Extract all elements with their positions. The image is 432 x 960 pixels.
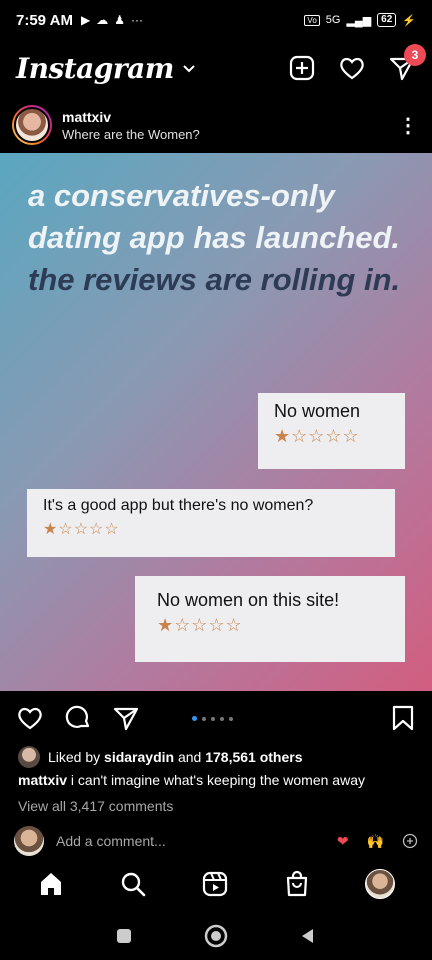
share-icon[interactable] [112, 704, 140, 732]
view-all-comments-link[interactable]: View all 3,417 comments [18, 798, 173, 814]
post-header: mattxiv Where are the Women? ⋮ [0, 98, 432, 152]
liked-by-and: and [177, 749, 202, 765]
chevron-down-icon[interactable] [182, 61, 196, 75]
status-time: 7:59 AM [16, 11, 73, 29]
messages-badge: 3 [404, 44, 426, 66]
home-icon[interactable] [37, 870, 65, 898]
carousel-dot [229, 716, 233, 721]
status-bar: 7:59 AM ▶ ☁ ♟ ··· Vo 5G ▂▄▆ 62 ⚡ [0, 0, 432, 40]
snapchat-icon: ♟ [114, 13, 125, 27]
profile-avatar[interactable] [365, 869, 395, 899]
review-text: No women on this site! [157, 590, 340, 610]
story-ring[interactable] [12, 105, 52, 145]
post-image[interactable]: a conservatives-only dating app has laun… [0, 153, 432, 691]
review-text: No women [274, 401, 361, 421]
add-comment-row: Add a comment... ❤ 🙌 [14, 826, 418, 856]
cloud-icon: ☁ [96, 13, 109, 27]
network-label: 5G [325, 14, 341, 26]
likes-line[interactable]: Liked by sidaraydin and 178,561 others [18, 746, 303, 768]
plus-square-icon [289, 55, 315, 81]
post-username[interactable]: mattxiv [62, 109, 200, 125]
bookmark-icon[interactable] [390, 704, 416, 732]
red-heart-emoji-button[interactable]: ❤ [337, 833, 349, 850]
more-dots-icon: ··· [130, 13, 143, 27]
liked-by-others[interactable]: 178,561 others [205, 749, 302, 765]
caption-username[interactable]: mattxiv [18, 772, 67, 788]
add-emoji-icon[interactable] [402, 833, 418, 849]
star-rating: ★☆☆☆☆ [43, 521, 120, 538]
carousel-dot [192, 716, 197, 721]
system-navigation [0, 912, 432, 960]
post-subtitle[interactable]: Where are the Women? [62, 127, 200, 142]
shop-icon[interactable] [283, 870, 311, 898]
search-icon[interactable] [119, 870, 147, 898]
volte-icon: Vo [304, 14, 320, 26]
star-rating: ★☆☆☆☆ [157, 615, 243, 635]
review-text: It's a good app but there's no women? [43, 497, 314, 514]
more-options-icon[interactable]: ⋮ [396, 113, 420, 137]
direct-messages-button[interactable]: 3 [388, 44, 426, 82]
carousel-dot [202, 716, 206, 721]
home-circle-icon[interactable] [203, 923, 229, 949]
review-card: No women ★☆☆☆☆ [258, 393, 405, 469]
caption-text: i can't imagine what's keeping the women… [70, 772, 365, 788]
post-caption: mattxiv i can't imagine what's keeping t… [18, 772, 418, 788]
add-comment-input[interactable]: Add a comment... [56, 833, 166, 849]
recents-icon[interactable] [114, 926, 134, 946]
reels-icon[interactable] [201, 870, 229, 898]
battery-level: 62 [377, 13, 397, 27]
review-card: No women on this site! ★☆☆☆☆ [135, 576, 405, 662]
liked-by-prefix: Liked by [48, 749, 101, 765]
carousel-dot [220, 716, 224, 721]
instagram-logo[interactable]: Instagram [16, 52, 174, 85]
comment-icon[interactable] [64, 704, 92, 732]
bottom-navigation [0, 862, 432, 906]
notifications-button[interactable] [338, 54, 366, 82]
headline-light-text: a conservatives-only dating app has laun… [28, 178, 401, 255]
own-avatar [14, 826, 44, 856]
star-rating: ★☆☆☆☆ [274, 426, 360, 446]
liked-by-user[interactable]: sidaraydin [104, 749, 174, 765]
play-icon: ▶ [80, 13, 91, 27]
post-headline: a conservatives-only dating app has laun… [28, 175, 408, 301]
headline-dark-text: the reviews are rolling in. [28, 262, 401, 297]
heart-icon[interactable] [16, 704, 44, 732]
carousel-indicator [192, 716, 233, 721]
review-card: It's a good app but there's no women? ★☆… [27, 489, 395, 557]
liker-avatar [18, 746, 40, 768]
raised-hands-emoji-button[interactable]: 🙌 [367, 833, 384, 850]
app-header: Instagram 3 [0, 40, 432, 96]
heart-icon [340, 57, 364, 80]
charging-icon: ⚡ [402, 14, 416, 27]
signal-icon: ▂▄▆ [346, 14, 372, 27]
create-post-button[interactable] [288, 54, 316, 82]
status-notification-icons: ▶ ☁ ♟ ··· [81, 13, 143, 27]
back-icon[interactable] [298, 926, 318, 946]
carousel-dot [211, 716, 215, 721]
avatar [14, 107, 50, 143]
